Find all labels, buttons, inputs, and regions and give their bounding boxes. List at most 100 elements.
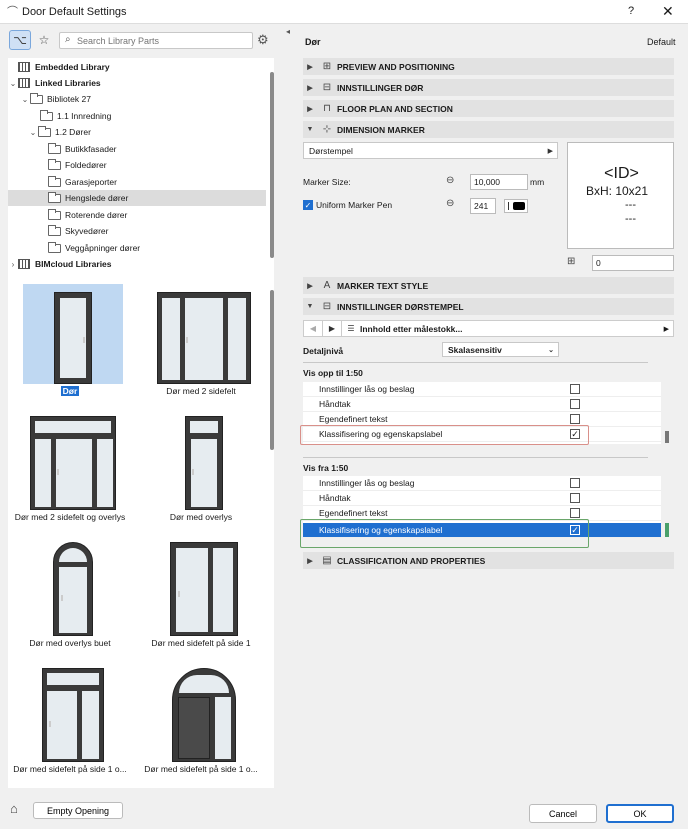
marker-type-dropdown[interactable]: Dørstempel ▶ xyxy=(303,142,558,159)
library-tree-icon[interactable]: ⌥ xyxy=(9,30,31,50)
door-thumbnail xyxy=(23,536,123,636)
library-icon xyxy=(18,78,30,88)
marker-size-label: Marker Size: xyxy=(303,177,351,187)
section-floor-plan[interactable]: ▶ ⊓ FLOOR PLAN AND SECTION xyxy=(303,100,674,117)
folder-icon xyxy=(48,241,61,253)
preview-id: <ID> xyxy=(604,165,639,182)
library-icon xyxy=(18,259,30,269)
list-item[interactable]: Håndtak xyxy=(303,397,661,412)
checkbox[interactable] xyxy=(570,478,580,488)
nav-forward-icon[interactable]: ▶ xyxy=(323,324,341,333)
door-thumbnail xyxy=(154,284,254,384)
tree-scrollbar[interactable] xyxy=(270,72,274,258)
help-button[interactable]: ? xyxy=(628,5,634,17)
detail-level-dropdown[interactable]: Skalasensitiv ⌄ xyxy=(442,342,559,357)
door-thumbnail xyxy=(154,410,254,510)
section-marker-text[interactable]: ▶ A MARKER TEXT STYLE xyxy=(303,277,674,294)
pen-number-input[interactable]: 241 xyxy=(470,198,496,214)
unit-label: mm xyxy=(530,177,545,187)
empty-opening-button[interactable]: Empty Opening xyxy=(33,802,123,819)
list-item[interactable]: Innstillinger lås og beslag xyxy=(303,382,661,397)
offset-input[interactable]: 0 xyxy=(592,255,674,271)
part-label: Dør med 2 sidefelt xyxy=(166,386,236,396)
part-tile[interactable]: Dør med sidefelt på side 1 o... xyxy=(13,660,127,784)
tree-item-embedded[interactable]: Embedded Library xyxy=(8,59,266,75)
tree-item-hengslede[interactable]: Hengslede dører xyxy=(8,190,266,206)
section-classification[interactable]: ▶ ▤ CLASSIFICATION AND PROPERTIES xyxy=(303,552,674,569)
tree-item-foldedorer[interactable]: Foldedører xyxy=(8,157,266,173)
tree-item-butikkfasader[interactable]: Butikkfasader xyxy=(8,141,266,157)
marker-preview: <ID> BxH: 10x21 --- --- xyxy=(567,142,674,249)
highlight-box-green xyxy=(300,519,589,548)
checkbox[interactable] xyxy=(570,508,580,518)
checkbox[interactable] xyxy=(570,493,580,503)
ok-button[interactable]: OK xyxy=(606,804,674,823)
part-tile[interactable]: Dør med sidefelt på side 1 o... xyxy=(144,660,258,784)
uniform-pen-checkbox[interactable]: ✓ xyxy=(303,200,313,210)
group1-title: Vis opp til 1:50 xyxy=(303,368,363,378)
door-thumbnail xyxy=(154,662,254,762)
folder-icon xyxy=(48,175,61,187)
list-scrollbar[interactable] xyxy=(665,431,669,443)
chevron-down-icon[interactable]: ⌄ xyxy=(20,95,30,104)
collapse-arrow-icon[interactable]: ◂ xyxy=(286,27,290,36)
offset-icon: ⊞ xyxy=(567,256,576,267)
part-tile[interactable]: Dør med 2 sidefelt og overlys xyxy=(15,408,125,532)
library-footer: ⌂ Empty Opening xyxy=(0,794,282,829)
tree-item-innredning[interactable]: 1.1 Innredning xyxy=(8,108,266,124)
tree-item-bimcloud[interactable]: › BIMcloud Libraries xyxy=(8,256,266,272)
grid-scrollbar[interactable] xyxy=(270,290,274,450)
nav-page-label[interactable]: Innhold etter målestokk... xyxy=(360,324,463,334)
part-tile[interactable]: Dør med overlys xyxy=(146,408,256,532)
folder-icon xyxy=(48,142,61,154)
tree-item-bibliotek[interactable]: ⌄ Bibliotek 27 xyxy=(8,91,266,107)
library-manager-icon[interactable]: ⌂ xyxy=(10,801,18,816)
page-list-icon[interactable]: ☰ xyxy=(342,324,360,333)
checkbox[interactable] xyxy=(570,399,580,409)
part-tile[interactable]: Dør med sidefelt på side 1 xyxy=(146,534,256,658)
chevron-down-icon[interactable]: ⌄ xyxy=(28,128,38,137)
chevron-down-icon[interactable]: ⌄ xyxy=(8,79,18,88)
tree-item-garasjeporter[interactable]: Garasjeporter xyxy=(8,174,266,190)
tree-item-linked[interactable]: ⌄ Linked Libraries xyxy=(8,75,266,91)
favorites-star-icon[interactable]: ☆ xyxy=(33,30,55,50)
section-dimension-marker[interactable]: ▼ ⊹ DIMENSION MARKER xyxy=(303,121,674,138)
list-item[interactable]: Håndtak xyxy=(303,491,661,506)
marker-size-input[interactable]: 10,000 xyxy=(470,174,528,190)
part-label: Dør med sidefelt på side 1 o... xyxy=(13,764,127,774)
library-icon xyxy=(18,62,30,72)
panel-splitter[interactable]: ◂ xyxy=(286,24,290,829)
nav-back-icon[interactable]: ◀ xyxy=(304,324,322,333)
title-bar: ⌒ Door Default Settings ? ✕ xyxy=(0,0,688,24)
section-preview[interactable]: ▶ ⊞ PREVIEW AND POSITIONING xyxy=(303,58,674,75)
close-button[interactable]: ✕ xyxy=(662,3,674,20)
section-dorstempel[interactable]: ▼ ⊟ INNSTILLINGER DØRSTEMPEL xyxy=(303,298,674,315)
chevron-right-icon: ▶ xyxy=(547,147,553,155)
tree-item-dorer[interactable]: ⌄ 1.2 Dører xyxy=(8,124,266,140)
cancel-button[interactable]: Cancel xyxy=(529,804,597,823)
section-innstillinger-dor[interactable]: ▶ ⊟ INNSTILLINGER DØR xyxy=(303,79,674,96)
list-scrollbar[interactable] xyxy=(665,523,669,537)
part-tile[interactable]: Dør med 2 sidefelt xyxy=(146,282,256,406)
pen-color-swatch[interactable] xyxy=(504,199,528,213)
part-tile[interactable]: Dør xyxy=(15,282,125,406)
chevron-right-icon[interactable]: › xyxy=(8,260,18,269)
classification-icon: ▤ xyxy=(322,555,332,566)
tree-item-roterende[interactable]: Roterende dører xyxy=(8,207,266,223)
search-input[interactable] xyxy=(77,34,247,48)
checkbox[interactable] xyxy=(570,384,580,394)
part-tile[interactable]: Dør med overlys buet xyxy=(15,534,125,658)
folder-icon xyxy=(38,125,51,137)
folder-icon xyxy=(48,224,61,236)
floor-plan-icon: ⊓ xyxy=(323,103,331,114)
pen-icon: ⊖ xyxy=(446,198,455,209)
list-item[interactable]: Innstillinger lås og beslag xyxy=(303,476,661,491)
chevron-right-icon: ▶ xyxy=(307,63,313,71)
part-label: Dør med sidefelt på side 1 o... xyxy=(144,764,258,774)
tree-item-skyvedorer[interactable]: Skyvedører xyxy=(8,223,266,239)
tree-item-veggapninger[interactable]: Veggåpninger dører xyxy=(8,240,266,256)
text-style-icon: A xyxy=(323,280,331,291)
chevron-right-icon[interactable]: ▶ xyxy=(664,325,669,333)
gear-icon[interactable]: ⚙ xyxy=(257,32,269,48)
checkbox[interactable] xyxy=(570,414,580,424)
